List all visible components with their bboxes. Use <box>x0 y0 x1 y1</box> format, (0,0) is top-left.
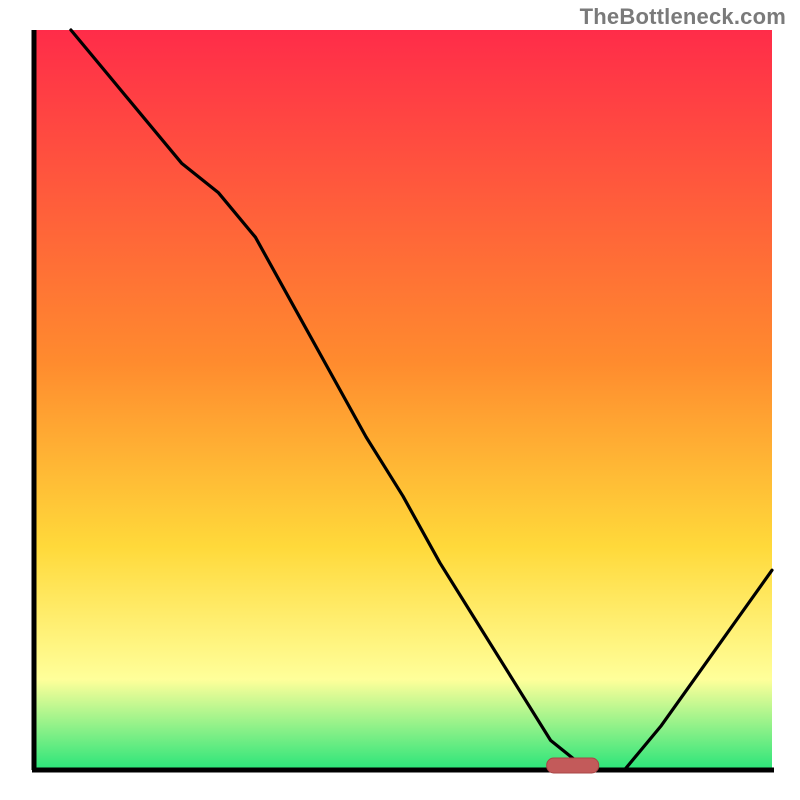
bottleneck-chart <box>0 0 800 800</box>
optimal-marker <box>547 758 599 773</box>
chart-stage: TheBottleneck.com <box>0 0 800 800</box>
watermark-text: TheBottleneck.com <box>580 4 786 30</box>
plot-background <box>34 30 772 768</box>
